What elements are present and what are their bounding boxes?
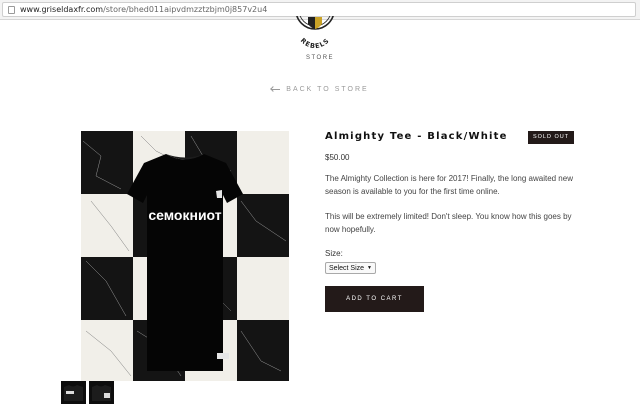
add-to-cart-button[interactable]: ADD TO CART [325,286,424,312]
size-label: Size: [325,249,343,258]
thumbnail[interactable] [61,381,86,404]
product-description: The Almighty Collection is here for 2017… [325,174,573,196]
arrow-left-icon [271,88,281,90]
back-to-store-link[interactable]: BACK TO STORE [0,86,640,93]
store-label: STORE [305,55,335,61]
shirt-print-text: семокниот [148,207,221,223]
url-field[interactable]: www.griseldaxfr.com/store/bhed011aipvdmz… [2,2,636,17]
url-path: /store/bhed011aipvdmzztzbjm0j857v2u4 [103,5,268,14]
svg-text:REBELS: REBELS [299,36,331,50]
page-icon [8,6,15,14]
sold-out-badge: SOLD OUT [528,131,574,144]
product-price: $50.00 [325,153,350,162]
product-title: Almighty Tee - Black/White [325,131,508,142]
product-description: This will be extremely limited! Don't sl… [325,212,572,234]
logo-text: REBELS [299,36,330,50]
size-select[interactable]: Select Size ▼ [325,262,376,274]
product-image[interactable]: семокниот [81,131,289,381]
url-text: www.griseldaxfr.com/store/bhed011aipvdmz… [20,5,267,14]
url-host: www.griseldaxfr.com [20,5,104,14]
thumbnail[interactable] [89,381,114,404]
store-logo[interactable]: REBELS [291,9,339,50]
dropdown-caret-icon: ▼ [367,265,372,271]
back-to-store-label: BACK TO STORE [286,86,369,93]
size-select-value: Select Size [329,265,365,272]
